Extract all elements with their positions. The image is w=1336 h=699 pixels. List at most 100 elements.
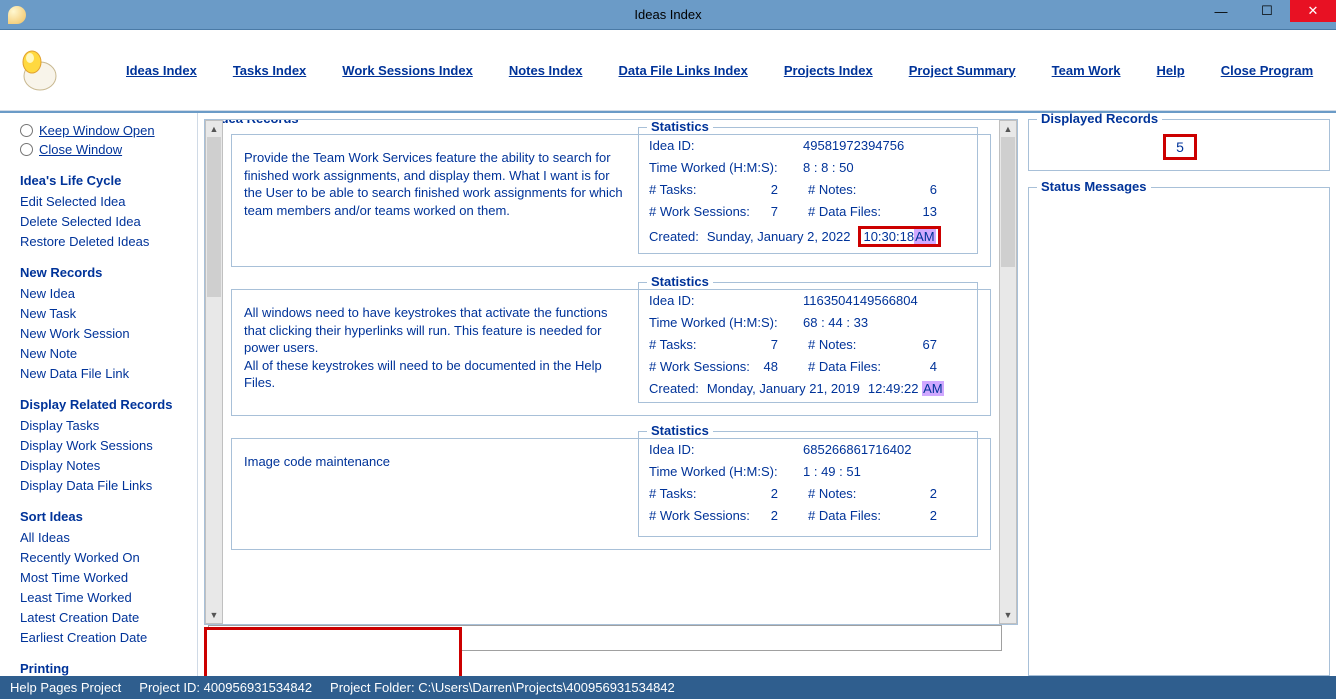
display-work-sessions-link[interactable]: Display Work Sessions: [20, 438, 187, 453]
menu-tasks-index[interactable]: Tasks Index: [233, 63, 306, 78]
tasks-label: # Tasks:: [649, 337, 696, 352]
status-project-folder: Project Folder: C:\Users\Darren\Projects…: [330, 680, 675, 695]
created-date: Monday, January 21, 2019: [707, 381, 860, 396]
sort-all-ideas-link[interactable]: All Ideas: [20, 530, 187, 545]
close-button[interactable]: ✕: [1290, 0, 1336, 22]
idea-record[interactable]: Provide the Team Work Services feature t…: [231, 134, 991, 267]
minimize-button[interactable]: —: [1198, 0, 1244, 22]
scroll-up-icon[interactable]: ▲: [206, 121, 222, 137]
menu-data-file-links-index[interactable]: Data File Links Index: [619, 63, 748, 78]
displayed-records-box: Displayed Records 5: [1028, 119, 1330, 171]
window-buttons: — ☐ ✕: [1198, 0, 1336, 22]
idea-record[interactable]: Image code maintenanceStatisticsIdea ID:…: [231, 438, 991, 550]
time-worked-label: Time Worked (H:M:S):: [649, 315, 803, 330]
ws-value: 2: [771, 508, 778, 523]
records-list: Provide the Team Work Services feature t…: [223, 120, 999, 624]
scroll-up-icon[interactable]: ▲: [1000, 121, 1016, 137]
sort-recently-worked-link[interactable]: Recently Worked On: [20, 550, 187, 565]
notes-value: 2: [930, 486, 937, 501]
idea-record[interactable]: All windows need to have keystrokes that…: [231, 289, 991, 416]
lifecycle-header: Idea's Life Cycle: [20, 173, 187, 188]
menu-work-sessions-index[interactable]: Work Sessions Index: [342, 63, 473, 78]
time-worked-value: 68 : 44 : 33: [803, 315, 868, 330]
time-worked-value: 1 : 49 : 51: [803, 464, 861, 479]
scroll-down-icon[interactable]: ▼: [1000, 607, 1016, 623]
idea-id-label: Idea ID:: [649, 138, 803, 153]
keep-window-open-link[interactable]: Keep Window Open: [39, 123, 155, 138]
ws-label: # Work Sessions:: [649, 204, 750, 219]
tasks-label: # Tasks:: [649, 182, 696, 197]
tasks-value: 2: [771, 486, 778, 501]
ws-value: 7: [771, 204, 778, 219]
df-value: 2: [930, 508, 937, 523]
display-data-file-links-link[interactable]: Display Data File Links: [20, 478, 187, 493]
notes-label: # Notes:: [808, 337, 856, 352]
display-tasks-link[interactable]: Display Tasks: [20, 418, 187, 433]
window-title: Ideas Index: [634, 7, 701, 22]
search-input[interactable]: [208, 625, 1002, 651]
statusbar: Help Pages Project Project ID: 400956931…: [0, 676, 1336, 699]
menu-projects-index[interactable]: Projects Index: [784, 63, 873, 78]
search-area: Search Advanced Search Reset: [198, 625, 1018, 676]
tasks-value: 2: [771, 182, 778, 197]
status-project-id: Project ID: 400956931534842: [139, 680, 312, 695]
notes-label: # Notes:: [808, 486, 856, 501]
main-area: Idea Records ▲ ▼ Provide the Team Work S…: [198, 113, 1336, 676]
status-messages-box: Status Messages: [1028, 187, 1330, 676]
new-work-session-link[interactable]: New Work Session: [20, 326, 187, 341]
menu-close-program[interactable]: Close Program: [1221, 63, 1313, 78]
menu-project-summary[interactable]: Project Summary: [909, 63, 1016, 78]
reset-link[interactable]: Reset: [414, 657, 448, 672]
df-value: 13: [923, 204, 937, 219]
advanced-search-link[interactable]: Advanced Search: [289, 657, 392, 672]
new-task-link[interactable]: New Task: [20, 306, 187, 321]
restore-deleted-ideas-link[interactable]: Restore Deleted Ideas: [20, 234, 187, 249]
notes-value: 67: [923, 337, 937, 352]
idea-description: Provide the Team Work Services feature t…: [244, 149, 638, 254]
time-worked-value: 8 : 8 : 50: [803, 160, 854, 175]
ws-label: # Work Sessions:: [649, 359, 750, 374]
close-window-radio[interactable]: [20, 143, 33, 156]
scrollbar-right[interactable]: ▲ ▼: [999, 120, 1017, 624]
sort-latest-date-link[interactable]: Latest Creation Date: [20, 610, 187, 625]
sort-least-time-link[interactable]: Least Time Worked: [20, 590, 187, 605]
menu-help[interactable]: Help: [1157, 63, 1185, 78]
menubar: Ideas Index Tasks Index Work Sessions In…: [0, 30, 1336, 111]
menu-ideas-index[interactable]: Ideas Index: [126, 63, 197, 78]
df-label: # Data Files:: [808, 204, 881, 219]
displayed-records-label: Displayed Records: [1037, 113, 1162, 126]
idea-id-label: Idea ID:: [649, 293, 803, 308]
scroll-down-icon[interactable]: ▼: [206, 607, 222, 623]
close-window-link[interactable]: Close Window: [39, 142, 122, 157]
new-idea-link[interactable]: New Idea: [20, 286, 187, 301]
sort-earliest-date-link[interactable]: Earliest Creation Date: [20, 630, 187, 645]
notes-value: 6: [930, 182, 937, 197]
idea-records-label: Idea Records: [213, 119, 303, 126]
created-label: Created:: [649, 381, 699, 396]
search-link[interactable]: Search: [226, 657, 267, 672]
statistics-box: StatisticsIdea ID:1163504149566804Time W…: [638, 282, 978, 403]
menu-notes-index[interactable]: Notes Index: [509, 63, 583, 78]
menu-team-work[interactable]: Team Work: [1052, 63, 1121, 78]
sort-most-time-link[interactable]: Most Time Worked: [20, 570, 187, 585]
scroll-thumb[interactable]: [207, 137, 221, 297]
maximize-button[interactable]: ☐: [1244, 0, 1290, 22]
created-date: Sunday, January 2, 2022: [707, 229, 851, 244]
display-notes-link[interactable]: Display Notes: [20, 458, 187, 473]
edit-selected-idea-link[interactable]: Edit Selected Idea: [20, 194, 187, 209]
idea-id-value: 1163504149566804: [803, 293, 918, 308]
idea-id-value: 49581972394756: [803, 138, 904, 153]
ws-label: # Work Sessions:: [649, 508, 750, 523]
keep-window-open-radio[interactable]: [20, 124, 33, 137]
tasks-label: # Tasks:: [649, 486, 696, 501]
new-note-link[interactable]: New Note: [20, 346, 187, 361]
delete-selected-idea-link[interactable]: Delete Selected Idea: [20, 214, 187, 229]
created-time-highlight: 10:30:18 AM: [858, 226, 940, 247]
new-records-header: New Records: [20, 265, 187, 280]
scroll-thumb[interactable]: [1001, 137, 1015, 267]
sort-ideas-header: Sort Ideas: [20, 509, 187, 524]
new-data-file-link-link[interactable]: New Data File Link: [20, 366, 187, 381]
statistics-box: StatisticsIdea ID:685266861716402Time Wo…: [638, 431, 978, 537]
scrollbar-left[interactable]: ▲ ▼: [205, 120, 223, 624]
ws-value: 48: [764, 359, 778, 374]
